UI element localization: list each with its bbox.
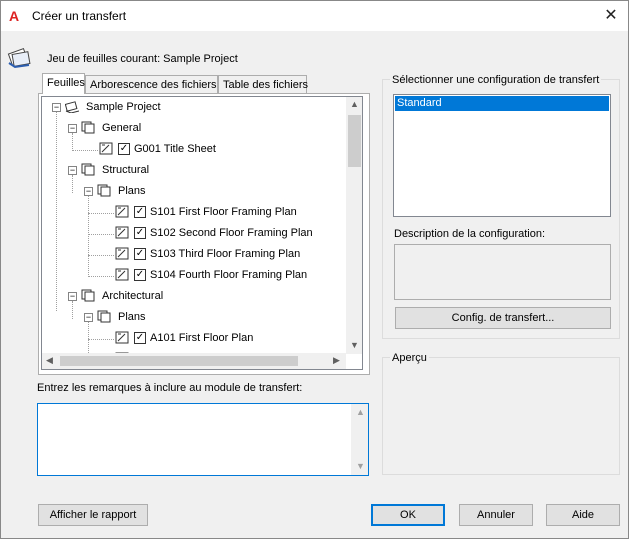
sheet-icon (99, 142, 113, 155)
notes-scrollbar[interactable]: ▲ ▼ (351, 404, 368, 475)
dialog-window: A Créer un transfert ✕ Jeu de feuilles c… (0, 0, 629, 539)
notes-textarea[interactable]: ▲ ▼ (37, 403, 369, 476)
tab-file-table-label: Table des fichiers (223, 79, 308, 91)
collapse-icon[interactable]: − (52, 103, 61, 112)
scroll-thumb[interactable] (60, 356, 298, 366)
autocad-app-icon: A (9, 8, 20, 24)
tree-label-plans: Plans (118, 185, 146, 197)
tab-file-tree[interactable]: Arborescence des fichiers (85, 75, 218, 94)
cancel-button[interactable]: Annuler (459, 504, 533, 526)
tab-file-table[interactable]: Table des fichiers (218, 75, 308, 94)
tree-vertical-scrollbar[interactable]: ▲ ▼ (346, 97, 362, 354)
tree-label-general: General (102, 122, 142, 134)
subset-icon (81, 121, 95, 134)
scroll-down-icon[interactable]: ▼ (356, 461, 365, 471)
checkbox-checked[interactable]: ✓ (118, 143, 130, 155)
collapse-icon[interactable]: − (68, 166, 77, 175)
sheet-icon (115, 247, 129, 260)
sheet-icon (115, 226, 129, 239)
tree-label-structural: Structural (102, 164, 150, 176)
transfer-setups-button[interactable]: Config. de transfert... (395, 307, 611, 329)
collapse-icon[interactable]: − (84, 187, 93, 196)
collapse-icon[interactable]: − (68, 292, 77, 301)
scroll-up-icon[interactable]: ▲ (356, 407, 365, 417)
notes-label: Entrez les remarques à inclure au module… (37, 382, 303, 394)
config-description-box (394, 244, 611, 300)
scroll-left-icon[interactable]: ◀ (46, 355, 53, 366)
tab-file-tree-label: Arborescence des fichiers (90, 79, 217, 91)
sheet-set-icon (7, 45, 33, 69)
sheet-tree[interactable]: − Sample Project − General ✓ G001 Title … (41, 96, 363, 370)
tree-label-s103: S103 Third Floor Framing Plan (150, 248, 301, 260)
checkbox-checked[interactable]: ✓ (134, 248, 146, 260)
transfer-config-list[interactable]: Standard (393, 94, 611, 217)
subset-icon (97, 184, 111, 197)
config-description-label: Description de la configuration: (394, 228, 546, 240)
sheet-icon (115, 205, 129, 218)
scroll-right-icon[interactable]: ▶ (333, 355, 340, 366)
checkbox-checked[interactable]: ✓ (134, 332, 146, 344)
tree-label-g001: G001 Title Sheet (134, 143, 216, 155)
ok-button[interactable]: OK (371, 504, 445, 526)
transfer-config-legend: Sélectionner une configuration de transf… (390, 74, 602, 86)
sheet-icon (115, 268, 129, 281)
tree-label-plans: Plans (118, 311, 146, 323)
config-list-item-selected[interactable]: Standard (395, 96, 609, 111)
collapse-icon[interactable]: − (68, 124, 77, 133)
subset-icon (81, 289, 95, 302)
checkbox-checked[interactable]: ✓ (134, 206, 146, 218)
title-bar: A Créer un transfert ✕ (1, 1, 628, 31)
tree-label-s101: S101 First Floor Framing Plan (150, 206, 297, 218)
tab-sheets-label: Feuilles (47, 77, 85, 89)
sheet-set-icon (65, 101, 79, 113)
collapse-icon[interactable]: − (84, 313, 93, 322)
preview-group (382, 357, 620, 475)
scroll-down-icon[interactable]: ▼ (350, 340, 359, 350)
help-button[interactable]: Aide (546, 504, 620, 526)
tree-horizontal-scrollbar[interactable]: ◀ ▶ (42, 353, 346, 369)
tab-sheets[interactable]: Feuilles (42, 73, 85, 94)
checkbox-checked[interactable]: ✓ (134, 269, 146, 281)
close-button[interactable]: ✕ (601, 6, 621, 26)
tree-label-root: Sample Project (86, 101, 161, 113)
window-title: Créer un transfert (32, 9, 127, 23)
current-sheetset-label: Jeu de feuilles courant: Sample Project (47, 53, 238, 65)
subset-icon (81, 163, 95, 176)
sheet-icon (115, 331, 129, 344)
tree-label-a101: A101 First Floor Plan (150, 332, 254, 344)
tree-label-s104: S104 Fourth Floor Framing Plan (150, 269, 308, 281)
tree-label-architectural: Architectural (102, 290, 164, 302)
tree-label-s102: S102 Second Floor Framing Plan (150, 227, 313, 239)
view-report-button[interactable]: Afficher le rapport (38, 504, 148, 526)
preview-legend: Aperçu (390, 352, 429, 364)
scroll-thumb[interactable] (348, 115, 361, 167)
scroll-up-icon[interactable]: ▲ (350, 99, 359, 109)
checkbox-checked[interactable]: ✓ (134, 227, 146, 239)
subset-icon (97, 310, 111, 323)
